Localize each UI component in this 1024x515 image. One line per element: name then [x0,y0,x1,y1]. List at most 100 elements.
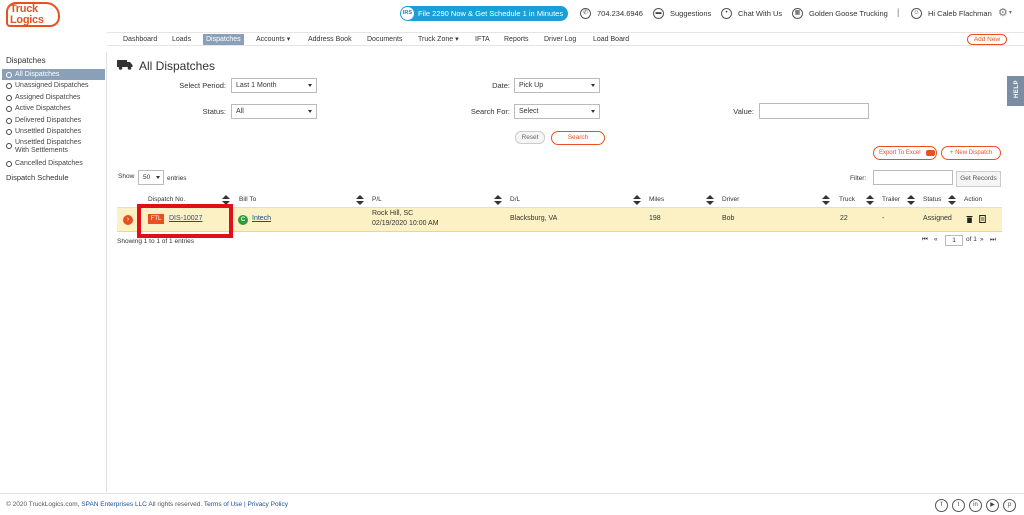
suggestions-label: Suggestions [670,9,712,18]
sort-icon[interactable] [356,195,364,205]
sidebar-item-cancelled[interactable]: Cancelled Dispatches [2,158,105,169]
help-label: HELP [1014,79,1021,99]
expand-row-icon[interactable]: › [123,215,133,225]
footer-divider: | [243,501,246,508]
caret-down-icon [308,84,312,87]
column-header-miles[interactable]: Miles [649,194,664,206]
sort-icon[interactable] [822,195,830,205]
search-for-label: Search For: [470,107,510,116]
sort-icon[interactable] [866,195,874,205]
sort-icon[interactable] [706,195,714,205]
sort-icon[interactable] [948,195,956,205]
circle-icon [6,118,12,124]
company-switcher[interactable]: ▦ Golden Goose Trucking [792,8,888,19]
search-for-select[interactable]: Select [514,104,600,119]
bill-to-link[interactable]: Intech [252,215,271,222]
circle-icon [6,143,12,149]
promo-banner[interactable]: IRS File 2290 Now & Get Schedule 1 in Mi… [400,6,568,21]
column-header-bill-to[interactable]: Bill To [239,194,256,206]
twitter-icon[interactable]: t [952,499,965,512]
sidebar-item-unsettled[interactable]: Unsettled Dispatches [2,126,105,137]
sidebar-item-unsettled-with-settlements[interactable]: Unsettled Dispatches With Settlements [2,138,105,156]
sidebar-item-unassigned[interactable]: Unassigned Dispatches [2,80,105,91]
suggestions-link[interactable]: ▬ Suggestions [653,8,711,19]
rights-text: All rights reserved. [148,501,203,508]
edit-document-icon[interactable] [979,215,986,223]
column-header-driver[interactable]: Driver [722,194,739,206]
value-label: Value: [733,107,754,116]
column-header-pl[interactable]: P/L [372,194,382,206]
sidebar-item-assigned[interactable]: Assigned Dispatches [2,92,105,103]
dropdown-caret-icon [926,150,935,156]
nav-truck-zone[interactable]: Truck Zone ▾ [415,34,462,45]
sidebar-title: Dispatches [6,56,46,65]
copyright: © 2020 TruckLogics.com, SPAN Enterprises… [6,501,288,508]
sidebar-item-dispatch-schedule[interactable]: Dispatch Schedule [6,173,69,182]
new-dispatch-button[interactable]: + New Dispatch [941,146,1001,160]
column-header-truck[interactable]: Truck [839,194,855,206]
period-select[interactable]: Last 1 Month [231,78,317,93]
next-page-icon[interactable]: » [980,236,984,243]
sort-icon[interactable] [494,195,502,205]
period-value: Last 1 Month [236,82,277,89]
status-value: Assigned [923,215,952,222]
entries-per-page-select[interactable]: 50 [138,170,164,185]
export-to-excel-button[interactable]: Export To Excel [873,146,937,160]
nav-driver-log[interactable]: Driver Log [541,34,579,45]
sidebar-item-label: Unsettled Dispatches [15,139,82,146]
nav-ifta[interactable]: IFTA [472,34,493,45]
date-select[interactable]: Pick Up [514,78,600,93]
youtube-icon[interactable]: ▶ [986,499,999,512]
nav-documents[interactable]: Documents [364,34,405,45]
irs-icon: IRS [401,7,414,20]
top-header: Truck Logics IRS File 2290 Now & Get Sch… [0,0,1024,30]
building-icon: ▦ [792,8,803,19]
last-page-icon[interactable]: ⏭ [990,236,996,244]
nav-accounts[interactable]: Accounts ▾ [253,34,293,45]
sort-icon[interactable] [633,195,641,205]
status-select[interactable]: All [231,104,317,119]
phone-link[interactable]: ✆ 704.234.6946 [580,8,643,19]
entries-value: 50 [143,174,151,181]
sort-icon[interactable] [907,195,915,205]
filter-input[interactable] [873,170,953,185]
first-page-icon[interactable]: ⏮ [922,236,928,244]
nav-dashboard[interactable]: Dashboard [120,34,160,45]
span-enterprises-link[interactable]: SPAN Enterprises LLC [81,501,147,508]
trucklogics-logo[interactable]: Truck Logics [6,2,62,28]
nav-loads[interactable]: Loads [169,34,194,45]
chat-link[interactable]: • Chat With Us [721,8,782,19]
page-number-input[interactable]: 1 [945,235,963,246]
chat-icon: • [721,8,732,19]
nav-reports[interactable]: Reports [501,34,532,45]
chat-label: Chat With Us [738,9,783,18]
column-header-trailer[interactable]: Trailer [882,194,900,206]
pinterest-icon[interactable]: p [1003,499,1016,512]
nav-load-board[interactable]: Load Board [590,34,632,45]
facebook-icon[interactable]: f [935,499,948,512]
user-menu[interactable]: ☺ Hi Caleb Flachman [911,8,992,19]
search-for-value: Select [519,108,539,115]
search-button[interactable]: Search [551,131,605,145]
sidebar-item-delivered[interactable]: Delivered Dispatches [2,115,105,126]
privacy-link[interactable]: Privacy Policy [248,501,288,508]
table-row[interactable] [117,208,1002,232]
linkedin-icon[interactable]: in [969,499,982,512]
nav-address-book[interactable]: Address Book [305,34,355,45]
delete-icon[interactable] [966,215,973,223]
sidebar-item-all-dispatches[interactable]: All Dispatches [2,69,105,80]
nav-dispatches[interactable]: Dispatches [203,34,244,45]
reset-button[interactable]: Reset [515,131,545,144]
select-period-label: Select Period: [179,81,226,90]
terms-link[interactable]: Terms of Use [204,501,242,508]
sidebar-item-active[interactable]: Active Dispatches [2,103,105,114]
prev-page-icon[interactable]: « [934,236,938,243]
value-input[interactable] [759,103,869,119]
company-name: Golden Goose Trucking [809,9,888,18]
get-records-button[interactable]: Get Records [956,171,1001,187]
settings-gear-icon[interactable]: ⚙ ▾ [998,6,1012,19]
help-tab[interactable]: HELP [1007,76,1024,106]
add-new-button[interactable]: Add New [967,34,1007,45]
column-header-dl[interactable]: D/L [510,194,520,206]
column-header-status[interactable]: Status [923,194,941,206]
